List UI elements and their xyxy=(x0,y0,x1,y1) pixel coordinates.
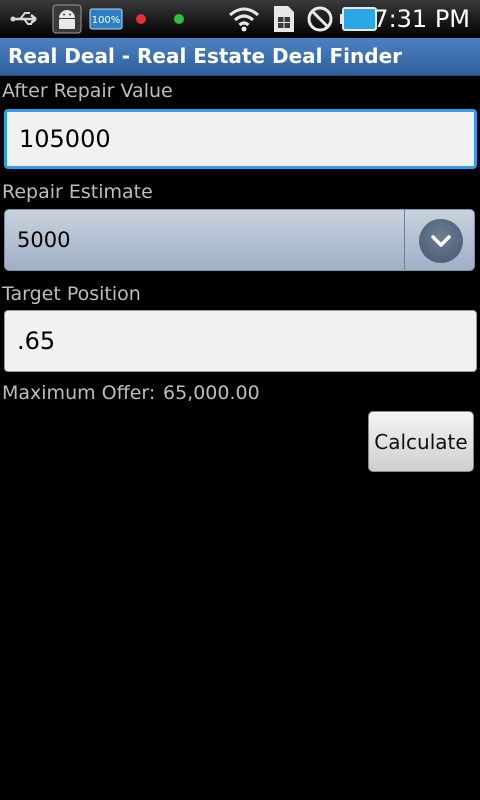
repair-estimate-dropdown[interactable]: 5000 xyxy=(4,209,475,271)
green-dot-icon xyxy=(171,0,187,38)
red-dot-icon xyxy=(133,0,149,38)
repair-estimate-selected-value: 5000 xyxy=(17,228,71,252)
maximum-offer-label: Maximum Offer: xyxy=(2,382,156,404)
no-signal-icon xyxy=(305,0,335,38)
usb-icon xyxy=(8,0,44,38)
maximum-offer-value: 65,000.00 xyxy=(163,382,260,404)
battery-badge-icon: 100% xyxy=(88,0,124,38)
chevron-down-icon[interactable] xyxy=(419,219,463,263)
dropdown-divider xyxy=(404,210,405,270)
wifi-icon xyxy=(226,0,262,38)
android-debug-icon xyxy=(50,0,84,38)
target-position-label: Target Position xyxy=(2,283,141,305)
status-clock: 7:31 PM xyxy=(373,5,470,33)
repair-estimate-label: Repair Estimate xyxy=(2,181,153,203)
app-title: Real Deal - Real Estate Deal Finder xyxy=(8,44,402,68)
target-position-input[interactable]: .65 xyxy=(4,310,477,372)
app-title-bar: Real Deal - Real Estate Deal Finder xyxy=(0,38,480,76)
screen: 100% 7:31 PM Real Deal - Real Estate Dea… xyxy=(0,0,480,800)
status-bar: 100% 7:31 PM xyxy=(0,0,480,38)
sim-card-icon xyxy=(270,0,298,38)
after-repair-value-input[interactable]: 105000 xyxy=(4,109,477,169)
svg-text:100%: 100% xyxy=(92,15,121,26)
after-repair-value-label: After Repair Value xyxy=(2,80,173,102)
battery-icon xyxy=(340,0,378,38)
calculate-button[interactable]: Calculate xyxy=(368,411,474,472)
